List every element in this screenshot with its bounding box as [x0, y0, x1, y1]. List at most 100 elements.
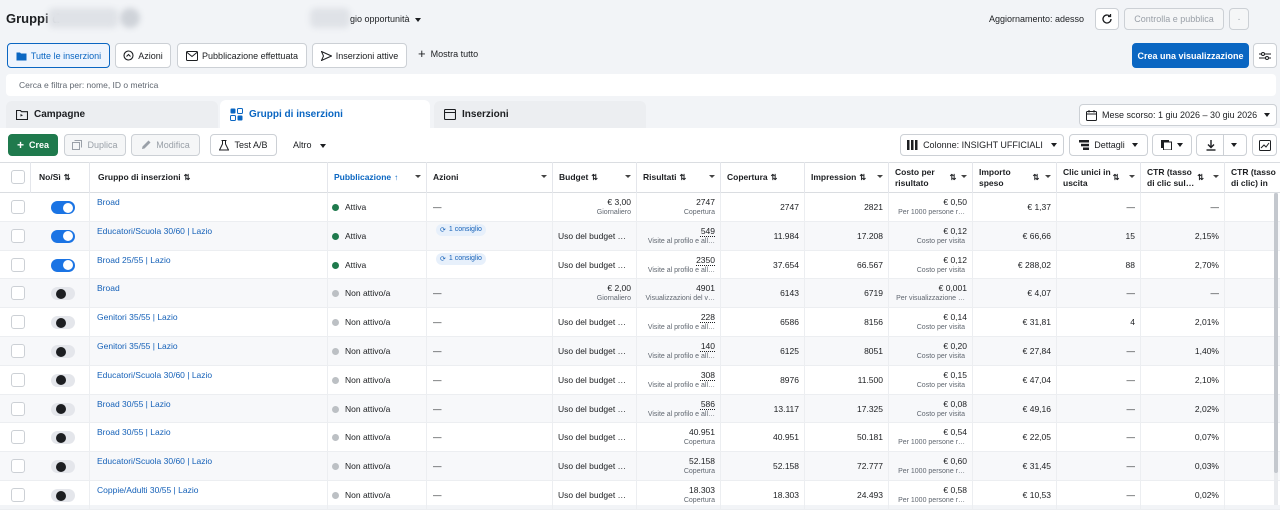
header-ctr-link[interactable]: CTR (tasso di clic sul… ⇅ [1141, 162, 1225, 193]
spent-value: € 47,04 [1022, 374, 1051, 385]
filter-active-ads[interactable]: Inserzioni attive [312, 43, 407, 68]
create-view-button[interactable]: Crea una visualizzazione [1132, 43, 1249, 68]
toggle-switch[interactable] [51, 287, 75, 301]
table-row[interactable]: Educatori/Scuola 30/60 | Lazio Non attivo… [0, 452, 1280, 481]
header-ctr-all[interactable]: CTR (tasso di clic) in [1225, 162, 1280, 193]
adset-name-link[interactable]: Educatori/Scuola 30/60 | Lazio [97, 456, 212, 466]
toggle-switch[interactable] [51, 258, 75, 272]
filter-published[interactable]: Pubblicazione effettuata [177, 43, 307, 68]
toggle-switch[interactable] [51, 373, 75, 387]
row-checkbox[interactable] [11, 315, 25, 330]
adset-name-link[interactable]: Educatori/Scuola 30/60 | Lazio [97, 370, 212, 380]
export-button[interactable] [1196, 134, 1247, 156]
row-checkbox[interactable] [11, 228, 25, 243]
tab-ads[interactable]: Inserzioni [434, 101, 646, 128]
header-actions[interactable]: Azioni [427, 162, 553, 193]
ab-test-button[interactable]: Test A/B [210, 134, 277, 156]
header-delivery[interactable]: Pubblicazione ↑ [328, 162, 427, 193]
row-checkbox[interactable] [11, 344, 25, 358]
toggle-switch[interactable] [51, 402, 75, 416]
toggle-switch[interactable] [51, 229, 75, 243]
adset-name-link[interactable]: Broad 30/55 | Lazio [97, 427, 171, 437]
edit-button[interactable]: Modifica [131, 134, 200, 156]
toggle-switch[interactable] [51, 489, 75, 502]
reports-button[interactable] [1152, 134, 1192, 156]
row-checkbox[interactable] [11, 200, 25, 214]
adset-name-link[interactable]: Educatori/Scuola 30/60 | Lazio [97, 226, 212, 236]
review-publish-button[interactable]: Controlla e pubblica [1124, 8, 1224, 30]
header-unique-clicks[interactable]: Clic unici in uscita ⇅ [1057, 162, 1141, 193]
toggle-switch[interactable] [51, 201, 75, 214]
table-row[interactable]: Broad Non attivo/a — € 2,00 Giornaliero 4901 V… [0, 279, 1280, 309]
table-row[interactable]: Broad Attiva — € 3,00 Giornaliero 2747 Copertu… [0, 193, 1280, 222]
recommendation-label: 1 consiglio [448, 226, 482, 234]
table-row[interactable]: Broad 30/55 | Lazio Non attivo/a — Uso del … [0, 394, 1280, 424]
row-checkbox[interactable] [11, 430, 25, 445]
row-checkbox[interactable] [11, 488, 25, 502]
scrollbar-thumb[interactable] [1274, 193, 1278, 473]
results-value[interactable]: 2350 [696, 255, 715, 265]
adset-name-link[interactable]: Broad 30/55 | Lazio [97, 399, 171, 409]
date-range-picker[interactable]: Mese scorso: 1 giu 2026 – 30 giu 2026 [1079, 104, 1277, 126]
show-all-button[interactable]: + Mostra tutto [418, 47, 478, 60]
more-button[interactable]: Altro [293, 140, 326, 150]
vertical-scrollbar[interactable] [1274, 193, 1278, 505]
columns-button[interactable]: Colonne: INSIGHT UFFICIALI [900, 134, 1064, 156]
tab-adsets[interactable]: Gruppi di inserzioni [220, 100, 430, 129]
column-divider [1224, 250, 1225, 279]
table-row[interactable]: Genitori 35/55 | Lazio Non attivo/a — Uso d… [0, 337, 1280, 366]
filter-actions[interactable]: Azioni [115, 43, 171, 68]
header-results[interactable]: Risultati ⇅ [637, 162, 721, 193]
row-checkbox[interactable] [11, 459, 25, 474]
adset-name-link[interactable]: Genitori 35/55 | Lazio [97, 312, 178, 322]
adset-name-link[interactable]: Genitori 35/55 | Lazio [97, 341, 178, 351]
adset-name-link[interactable]: Broad [97, 197, 120, 207]
toggle-switch[interactable] [51, 345, 75, 358]
row-checkbox[interactable] [11, 286, 25, 301]
table-row[interactable]: Broad 25/55 | Lazio Attiva ⟳ 1 consiglio Uso… [0, 250, 1280, 280]
results-value[interactable]: 140 [701, 341, 715, 351]
filter-all-ads[interactable]: Tutte le inserzioni [7, 43, 110, 68]
results-value[interactable]: 228 [701, 312, 715, 322]
chart-toggle-button[interactable] [1252, 134, 1277, 156]
more-options-button[interactable]: · [1229, 8, 1249, 30]
search-input[interactable]: Cerca e filtra per: nome, ID o metrica [6, 74, 1276, 96]
table-row[interactable]: Educatori/Scuola 30/60 | Lazio Non attivo… [0, 365, 1280, 395]
column-divider [1224, 193, 1225, 221]
refresh-button[interactable] [1095, 8, 1119, 30]
header-onoff[interactable]: No/Sì ⇅ [31, 162, 90, 193]
delivery-status: Attiva [332, 231, 366, 241]
select-all-checkbox[interactable] [11, 170, 25, 184]
results-value[interactable]: 549 [701, 226, 715, 236]
row-checkbox[interactable] [11, 372, 25, 387]
header-amount-spent[interactable]: Importo speso ⇅ [973, 162, 1057, 193]
header-reach[interactable]: Copertura ⇅ [721, 162, 805, 193]
row-checkbox[interactable] [11, 401, 25, 416]
table-row[interactable]: Educatori/Scuola 30/60 | Lazio Attiva ⟳ 1 c… [0, 221, 1280, 251]
filter-settings-button[interactable] [1253, 43, 1277, 68]
objective-selector[interactable]: gio opportunità [350, 14, 421, 24]
results-value[interactable]: 586 [701, 399, 715, 409]
table-row[interactable]: Genitori 35/55 | Lazio Non attivo/a — Uso d… [0, 308, 1280, 337]
toggle-switch[interactable] [51, 316, 75, 330]
header-budget[interactable]: Budget ⇅ [553, 162, 637, 193]
adset-name-link[interactable]: Broad 25/55 | Lazio [97, 255, 171, 265]
adset-name-link[interactable]: Coppie/Adulti 30/55 | Lazio [97, 485, 198, 495]
tab-ads-label: Inserzioni [462, 109, 509, 120]
recommendation-badge[interactable]: ⟳ 1 consiglio [436, 223, 486, 236]
table-row[interactable]: Coppie/Adulti 30/55 | Lazio Non attivo/a —… [0, 481, 1280, 510]
toggle-switch[interactable] [51, 431, 75, 445]
header-cost-per-result[interactable]: Costo per risultato ⇅ [889, 162, 973, 193]
toggle-switch[interactable] [51, 460, 75, 474]
row-checkbox[interactable] [11, 257, 25, 272]
create-button[interactable]: + Crea [8, 134, 58, 156]
recommendation-badge[interactable]: ⟳ 1 consiglio [436, 252, 486, 265]
breakdown-button[interactable]: Dettagli [1069, 134, 1148, 156]
header-impressions[interactable]: Impression ⇅ [805, 162, 889, 193]
header-name[interactable]: Gruppo di inserzioni ⇅ [90, 162, 328, 193]
adset-name-link[interactable]: Broad [97, 283, 120, 293]
table-row[interactable]: Broad 30/55 | Lazio Non attivo/a — Uso del … [0, 423, 1280, 453]
tab-campaigns[interactable]: Campagne [6, 101, 218, 128]
results-value[interactable]: 308 [701, 370, 715, 380]
duplicate-button[interactable]: Duplica [64, 134, 126, 156]
